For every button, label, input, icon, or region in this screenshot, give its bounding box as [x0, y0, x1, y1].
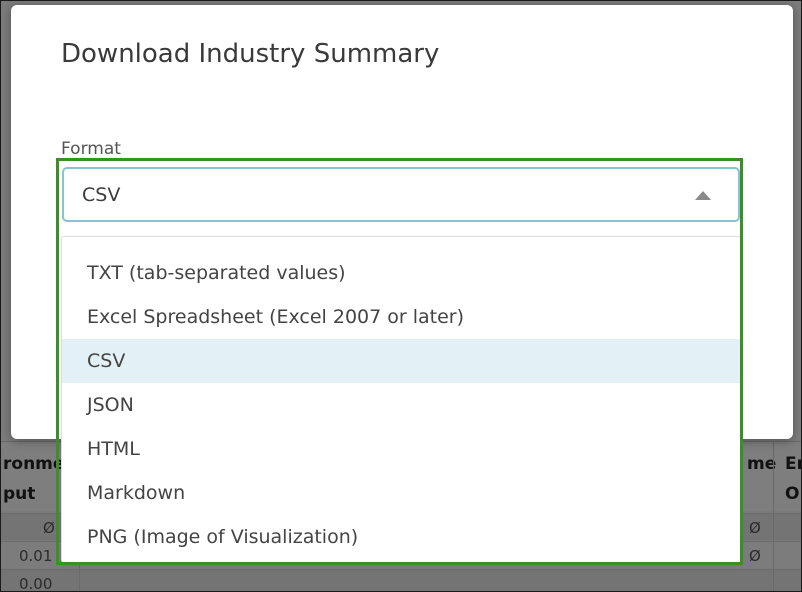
format-select-value: CSV	[82, 184, 121, 206]
bg-col-header-1-line2: put	[3, 484, 36, 504]
dialog-title: Download Industry Summary	[61, 39, 440, 69]
format-dropdown-menu: TXT (tab-separated values) Excel Spreads…	[61, 236, 741, 563]
format-option-png[interactable]: PNG (Image of Visualization)	[62, 515, 740, 559]
bg-col-header-3-line2: O	[785, 484, 800, 504]
bg-col-header-3-line1: En	[785, 454, 801, 474]
table-cell: 0.00	[19, 575, 53, 591]
format-option-txt[interactable]: TXT (tab-separated values)	[62, 251, 740, 295]
table-row: 0.00	[1, 569, 801, 591]
table-cell: Ø	[749, 547, 761, 565]
format-option-markdown[interactable]: Markdown	[62, 471, 740, 515]
format-select[interactable]: CSV	[62, 167, 740, 222]
caret-up-icon[interactable]	[695, 191, 711, 200]
table-cell: 0.01	[19, 547, 53, 565]
format-option-csv[interactable]: CSV	[62, 339, 740, 383]
table-cell: Ø	[43, 519, 55, 537]
format-label: Format	[61, 139, 121, 159]
bg-col-header-1-line1: ronme	[3, 454, 65, 474]
table-cell: Ø	[749, 519, 761, 537]
table-divider	[773, 441, 774, 591]
format-option-json[interactable]: JSON	[62, 383, 740, 427]
format-option-html[interactable]: HTML	[62, 427, 740, 471]
bg-col-header-2-line1: me	[747, 454, 777, 474]
format-option-excel[interactable]: Excel Spreadsheet (Excel 2007 or later)	[62, 295, 740, 339]
